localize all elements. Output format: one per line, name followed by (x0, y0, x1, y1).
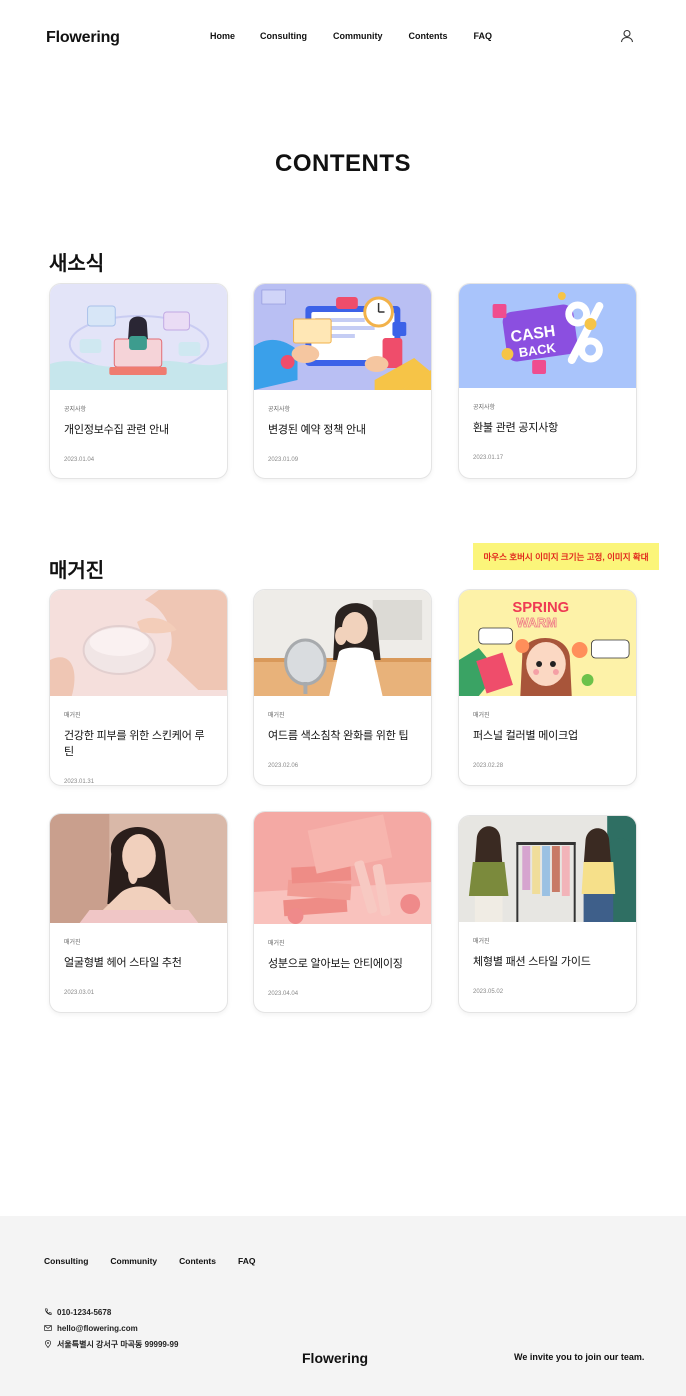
card-title: 개인정보수집 관련 안내 (64, 424, 169, 436)
card-category: 매거진 (64, 940, 81, 946)
footer-tagline: We invite you to join our team. (514, 1352, 645, 1362)
cashback-illustration: CASH BACK (459, 284, 636, 388)
card-title: 여드름 색소침착 완화를 위한 팁 (268, 730, 409, 742)
magazine-card[interactable]: 매거진 체형별 패션 스타일 가이드 2023.05.02 (458, 815, 637, 1013)
card-category: 매거진 (268, 713, 285, 719)
card-date: 2023.01.17 (473, 455, 504, 461)
footer-nav-contents[interactable]: Contents (179, 1256, 216, 1266)
card-date: 2023.02.28 (473, 763, 504, 769)
cream-jar-photo (50, 590, 227, 696)
footer-nav-consulting[interactable]: Consulting (44, 1256, 88, 1266)
magazine-card[interactable]: 매거진 여드름 색소침착 완화를 위한 팁 2023.02.06 (253, 589, 432, 786)
location-pin-icon (44, 1340, 52, 1348)
footer-nav-faq[interactable]: FAQ (238, 1256, 255, 1266)
magazine-card[interactable]: 매거진 얼굴형별 헤어 스타일 추천 2023.03.01 (49, 813, 228, 1013)
street-address: 서울특별시 강서구 마곡동 99999-99 (57, 1339, 179, 1349)
news-card[interactable]: 공지사항 개인정보수집 관련 안내 2023.01.04 (49, 283, 228, 479)
contact-info: 010-1234-5678 hello@flowering.com 서울특별시 … (44, 1304, 178, 1352)
card-category: 매거진 (268, 941, 285, 947)
magazine-card[interactable]: 매거진 건강한 피부를 위한 스킨케어 루틴 2023.01.31 (49, 589, 228, 786)
site-logo[interactable]: Flowering (46, 29, 120, 47)
site-header: Flowering Home Consulting Community Cont… (0, 0, 686, 80)
nav-consulting[interactable]: Consulting (260, 31, 307, 41)
card-date: 2023.04.04 (268, 991, 299, 997)
hover-note: 마우스 호버시 이미지 크기는 고정, 이미지 확대 (473, 543, 659, 570)
card-title: 환불 관련 공지사항 (473, 422, 559, 434)
news-card[interactable]: CASH BACK 공지사항 환불 관련 공지사항 2023.01.17 (458, 283, 637, 479)
nav-faq[interactable]: FAQ (474, 31, 493, 41)
nav-community[interactable]: Community (333, 31, 383, 41)
site-footer: Consulting Community Contents FAQ 010-12… (0, 1216, 686, 1396)
warm-label: WARM (516, 615, 557, 630)
data-privacy-illustration (50, 284, 227, 390)
page-title: CONTENTS (275, 150, 411, 177)
contact-phone-row: 010-1234-5678 (44, 1304, 178, 1320)
card-date: 2023.03.01 (64, 990, 95, 996)
spring-label: SPRING (512, 600, 569, 616)
card-title: 건강한 피부를 위한 스킨케어 루틴 (64, 730, 205, 758)
news-card[interactable]: 공지사항 변경된 예약 정책 안내 2023.01.09 (253, 283, 432, 479)
footer-nav-community[interactable]: Community (110, 1256, 157, 1266)
card-title: 얼굴형별 헤어 스타일 추천 (64, 957, 182, 969)
main-nav: Home Consulting Community Contents FAQ (210, 31, 492, 41)
card-title: 변경된 예약 정책 안내 (268, 424, 366, 436)
card-title: 퍼스널 컬러별 메이크업 (473, 730, 578, 742)
card-title: 성분으로 알아보는 안티에이징 (268, 958, 403, 970)
section-title-magazine: 매거진 (49, 560, 105, 582)
card-category: 매거진 (473, 713, 490, 719)
nav-contents[interactable]: Contents (409, 31, 448, 41)
card-date: 2023.01.31 (64, 779, 95, 785)
nav-home[interactable]: Home (210, 31, 235, 41)
card-title: 체형별 패션 스타일 가이드 (473, 956, 591, 968)
pink-cosmetics-photo (254, 812, 431, 924)
phone-number: 010-1234-5678 (57, 1307, 112, 1317)
footer-nav: Consulting Community Contents FAQ (44, 1256, 277, 1266)
fashion-rack-photo (459, 816, 636, 922)
phone-icon (45, 1308, 52, 1315)
contact-email-row: hello@flowering.com (44, 1320, 178, 1336)
section-title-news: 새소식 (49, 253, 105, 275)
card-category: 매거진 (64, 713, 81, 719)
magazine-card[interactable]: 매거진 성분으로 알아보는 안티에이징 2023.04.04 (253, 811, 432, 1013)
card-category: 공지사항 (64, 407, 87, 413)
spring-warm-illustration: SPRING WARM (459, 590, 636, 696)
card-date: 2023.05.02 (473, 989, 504, 995)
mirror-woman-photo (254, 590, 431, 696)
email-address: hello@flowering.com (57, 1323, 138, 1333)
user-icon[interactable] (620, 29, 634, 43)
reservation-illustration (254, 284, 431, 390)
woman-portrait-photo (50, 814, 227, 923)
card-category: 공지사항 (268, 407, 291, 413)
card-date: 2023.02.06 (268, 763, 299, 769)
footer-logo[interactable]: Flowering (302, 1350, 368, 1366)
mail-icon (44, 1325, 52, 1331)
card-date: 2023.01.09 (268, 457, 299, 463)
card-date: 2023.01.04 (64, 457, 95, 463)
contact-address-row: 서울특별시 강서구 마곡동 99999-99 (44, 1336, 178, 1352)
card-category: 매거진 (473, 939, 490, 945)
magazine-card[interactable]: SPRING WARM 매거진 퍼스널 컬러별 메이크업 2023.02.28 (458, 589, 637, 786)
card-category: 공지사항 (473, 405, 496, 411)
